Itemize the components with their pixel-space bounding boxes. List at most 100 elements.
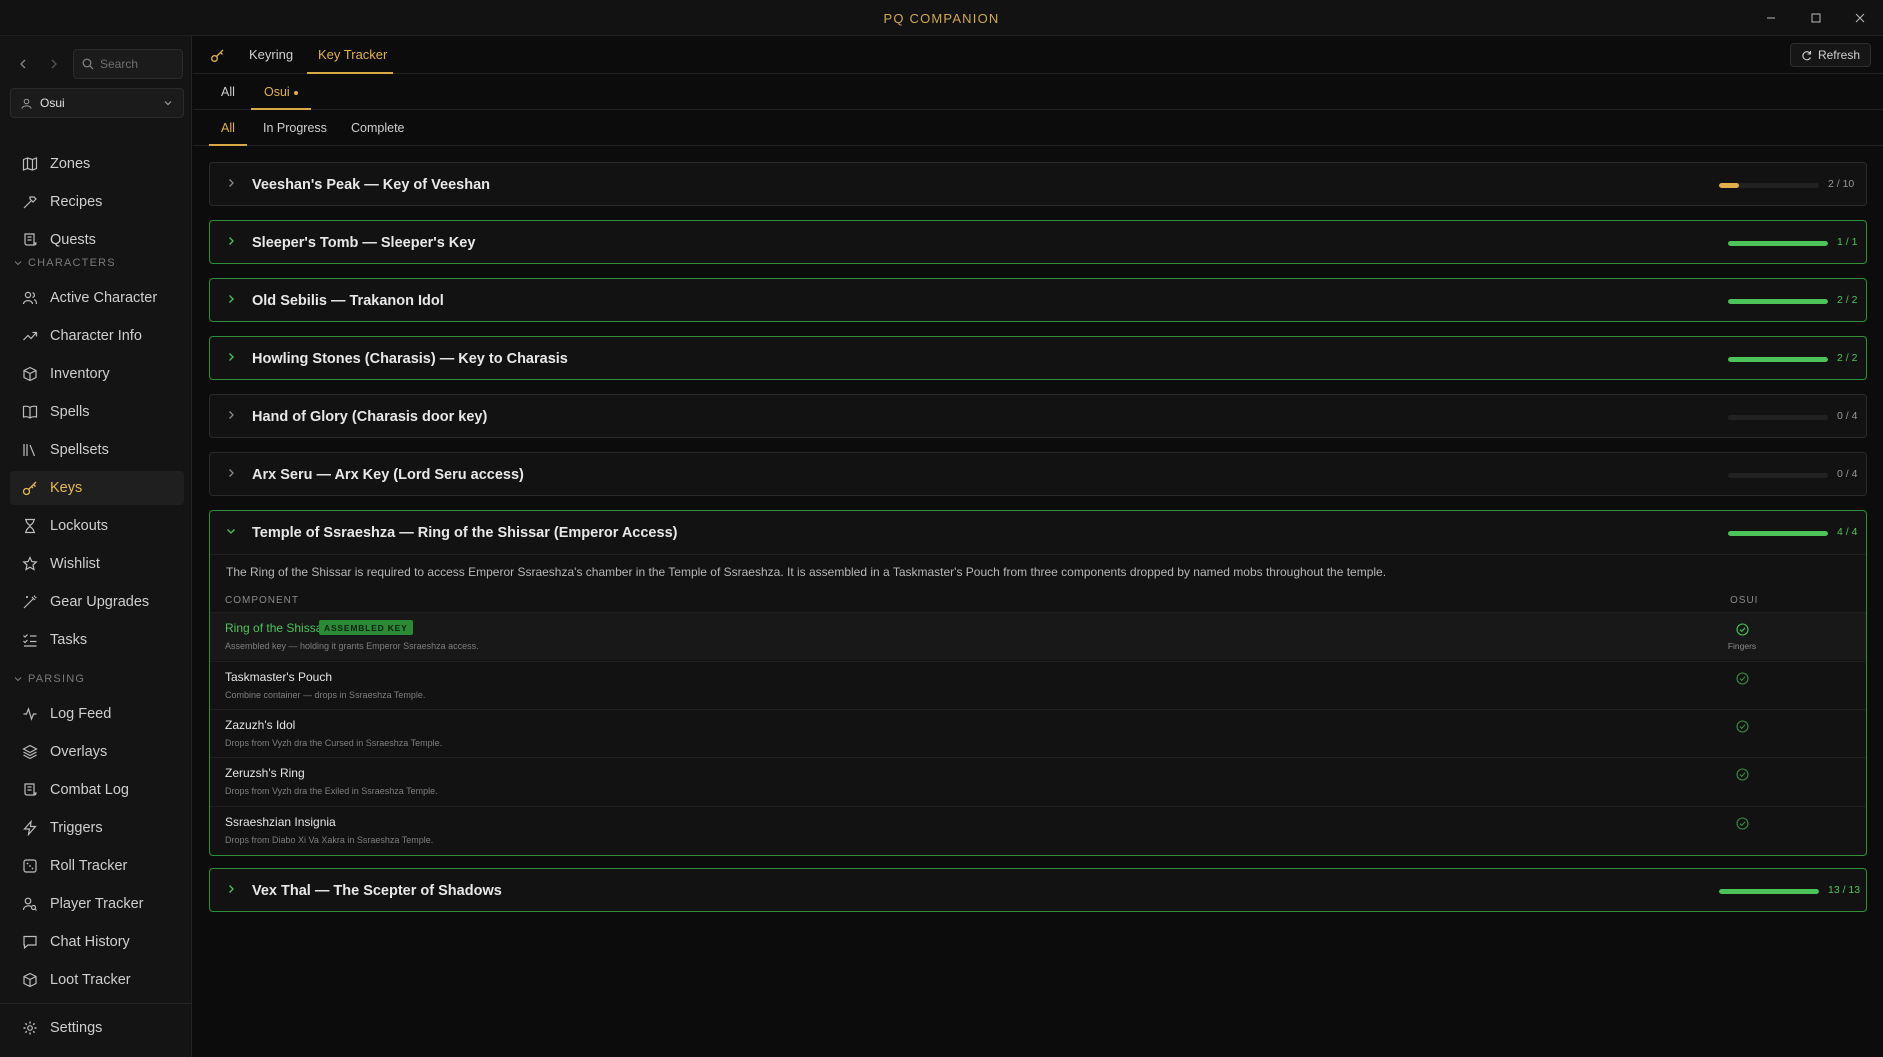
key-panel-header[interactable]: Vex Thal — The Scepter of Shadows 13 / 13 — [210, 869, 1866, 913]
key-panel-header[interactable]: Temple of Ssraeshza — Ring of the Shissa… — [210, 511, 1866, 555]
dice-icon — [23, 859, 37, 873]
sidebar-item-label: Recipes — [50, 194, 103, 210]
key-progress-bar — [1719, 889, 1819, 894]
key-title: Temple of Ssraeshza — Ring of the Shissa… — [252, 525, 678, 541]
sidebar-item-recipes[interactable]: Recipes — [10, 185, 184, 219]
panel-divider — [210, 554, 1866, 555]
chevron-right-icon — [229, 469, 234, 477]
component-source: Drops from Vyzh dra the Cursed in Ssraes… — [225, 738, 443, 748]
component-row: Zeruzsh's Ring Drops from Vyzh dra the Ex… — [210, 757, 1866, 805]
tab-all-characters[interactable]: All — [221, 85, 235, 99]
component-row: Ring of the Shissar ASSEMBLED KEY Assemble… — [210, 612, 1866, 660]
tab-character-osui[interactable]: Osui — [264, 85, 298, 99]
sidebar-item-wishlist[interactable]: Wishlist — [10, 547, 184, 581]
key-progress-fill — [1728, 531, 1828, 536]
close-icon — [1855, 13, 1865, 23]
chevron-down-icon — [164, 101, 172, 106]
section-characters[interactable]: CHARACTERS — [14, 257, 116, 269]
map-icon — [22, 157, 38, 171]
tab-key-tracker[interactable]: Key Tracker — [318, 47, 387, 62]
sidebar-item-label: Log Feed — [50, 706, 112, 722]
back-button[interactable] — [11, 50, 35, 78]
section-parsing[interactable]: PARSING — [14, 673, 85, 685]
key-progress-count: 0 / 4 — [1837, 410, 1858, 422]
key-progress-fill — [1728, 241, 1828, 246]
main-content: Keyring Key Tracker Refresh All Osui All… — [193, 36, 1883, 1057]
user-search-icon — [22, 897, 37, 911]
top-tab-bar: Keyring Key Tracker Refresh — [193, 36, 1883, 74]
chevron-down-icon — [14, 677, 22, 682]
close-button[interactable] — [1845, 6, 1875, 30]
app-title: PQ COMPANION — [883, 11, 1000, 26]
hammer-icon — [23, 196, 37, 209]
key-title: Sleeper's Tomb — Sleeper's Key — [252, 235, 476, 251]
key-panel-header[interactable]: Arx Seru — Arx Key (Lord Seru access) 0 /… — [210, 453, 1866, 497]
sidebar-item-label: Player Tracker — [50, 896, 144, 912]
sidebar-divider — [0, 1003, 192, 1004]
sidebar-item-combat-log[interactable]: Combat Log — [10, 773, 184, 807]
chevron-right-icon — [229, 353, 234, 361]
sidebar-item-spells[interactable]: Spells — [10, 395, 184, 429]
sidebar-item-spellsets[interactable]: Spellsets — [10, 433, 184, 467]
sidebar-item-loot-tracker[interactable]: Loot Tracker — [10, 963, 184, 997]
zap-icon — [23, 820, 37, 836]
column-header-component: COMPONENT — [225, 595, 299, 606]
tab-keyring[interactable]: Keyring — [249, 47, 293, 62]
scroll-icon — [24, 783, 37, 796]
sidebar-item-label: Chat History — [50, 934, 130, 950]
sidebar-item-keys[interactable]: Keys — [10, 471, 184, 505]
sidebar-item-active-character[interactable]: Active Character — [10, 281, 184, 315]
sidebar-item-roll-tracker[interactable]: Roll Tracker — [10, 849, 184, 883]
filter-complete[interactable]: Complete — [351, 121, 405, 135]
sidebar-item-quests[interactable]: Quests — [10, 223, 184, 257]
refresh-button[interactable]: Refresh — [1789, 43, 1871, 67]
key-progress-bar — [1719, 183, 1819, 188]
sidebar-item-overlays[interactable]: Overlays — [10, 735, 184, 769]
chevron-down-icon — [14, 261, 22, 266]
filter-all[interactable]: All — [221, 121, 235, 135]
sidebar-item-log-feed[interactable]: Log Feed — [10, 697, 184, 731]
character-select[interactable]: Osui — [10, 88, 184, 118]
filter-in-progress[interactable]: In Progress — [263, 121, 327, 135]
wand-icon — [23, 595, 37, 609]
package-icon — [23, 972, 37, 988]
forward-button[interactable] — [42, 50, 66, 78]
sidebar-item-triggers[interactable]: Triggers — [10, 811, 184, 845]
sidebar-item-character-info[interactable]: Character Info — [10, 319, 184, 353]
sidebar-item-zones[interactable]: Zones — [10, 147, 184, 181]
maximize-button[interactable] — [1801, 6, 1831, 30]
sidebar-item-tasks[interactable]: Tasks — [10, 623, 184, 657]
component-source: Assembled key — holding it grants Empero… — [225, 641, 479, 651]
search-input[interactable] — [100, 57, 180, 71]
chevron-down-icon — [227, 529, 235, 534]
component-source: Combine container — drops in Ssraeshza T… — [225, 690, 426, 700]
key-description: The Ring of the Shissar is required to a… — [226, 565, 1387, 579]
minimize-button[interactable] — [1756, 6, 1786, 30]
key-panel-header[interactable]: Veeshan's Peak — Key of Veeshan 2 / 10 — [210, 163, 1866, 207]
filter-active-indicator — [209, 144, 247, 146]
component-source: Drops from Vyzh dra the Exiled in Ssraes… — [225, 786, 438, 796]
sidebar-item-lockouts[interactable]: Lockouts — [10, 509, 184, 543]
key-panel-header[interactable]: Howling Stones (Charasis) — Key to Chara… — [210, 337, 1866, 381]
key-panel-header[interactable]: Old Sebilis — Trakanon Idol 2 / 2 — [210, 279, 1866, 323]
chevron-right-icon — [229, 237, 234, 245]
sidebar-item-player-tracker[interactable]: Player Tracker — [10, 887, 184, 921]
key-panel-header[interactable]: Hand of Glory (Charasis door key) 0 / 4 — [210, 395, 1866, 439]
key-panel: Howling Stones (Charasis) — Key to Chara… — [209, 336, 1867, 380]
sidebar-item-label: Zones — [50, 156, 91, 172]
sidebar-item-settings[interactable]: Settings — [10, 1011, 184, 1045]
sidebar-item-chat-history[interactable]: Chat History — [10, 925, 184, 959]
chevron-right-icon — [229, 411, 234, 419]
message-icon — [23, 935, 37, 950]
star-icon — [22, 556, 38, 571]
sidebar-item-gear-upgrades[interactable]: Gear Upgrades — [10, 585, 184, 619]
sidebar-item-label: Quests — [50, 232, 96, 248]
sidebar-item-label: Gear Upgrades — [50, 594, 150, 610]
sidebar-item-label: Inventory — [50, 366, 110, 382]
sidebar-item-label: Loot Tracker — [50, 972, 131, 988]
key-panel-header[interactable]: Sleeper's Tomb — Sleeper's Key 1 / 1 — [210, 221, 1866, 265]
key-panel: Sleeper's Tomb — Sleeper's Key 1 / 1 — [209, 220, 1867, 264]
sidebar-item-inventory[interactable]: Inventory — [10, 357, 184, 391]
sidebar-item-label: Tasks — [50, 632, 88, 648]
component-name: Zazuzh's Idol — [225, 718, 296, 732]
